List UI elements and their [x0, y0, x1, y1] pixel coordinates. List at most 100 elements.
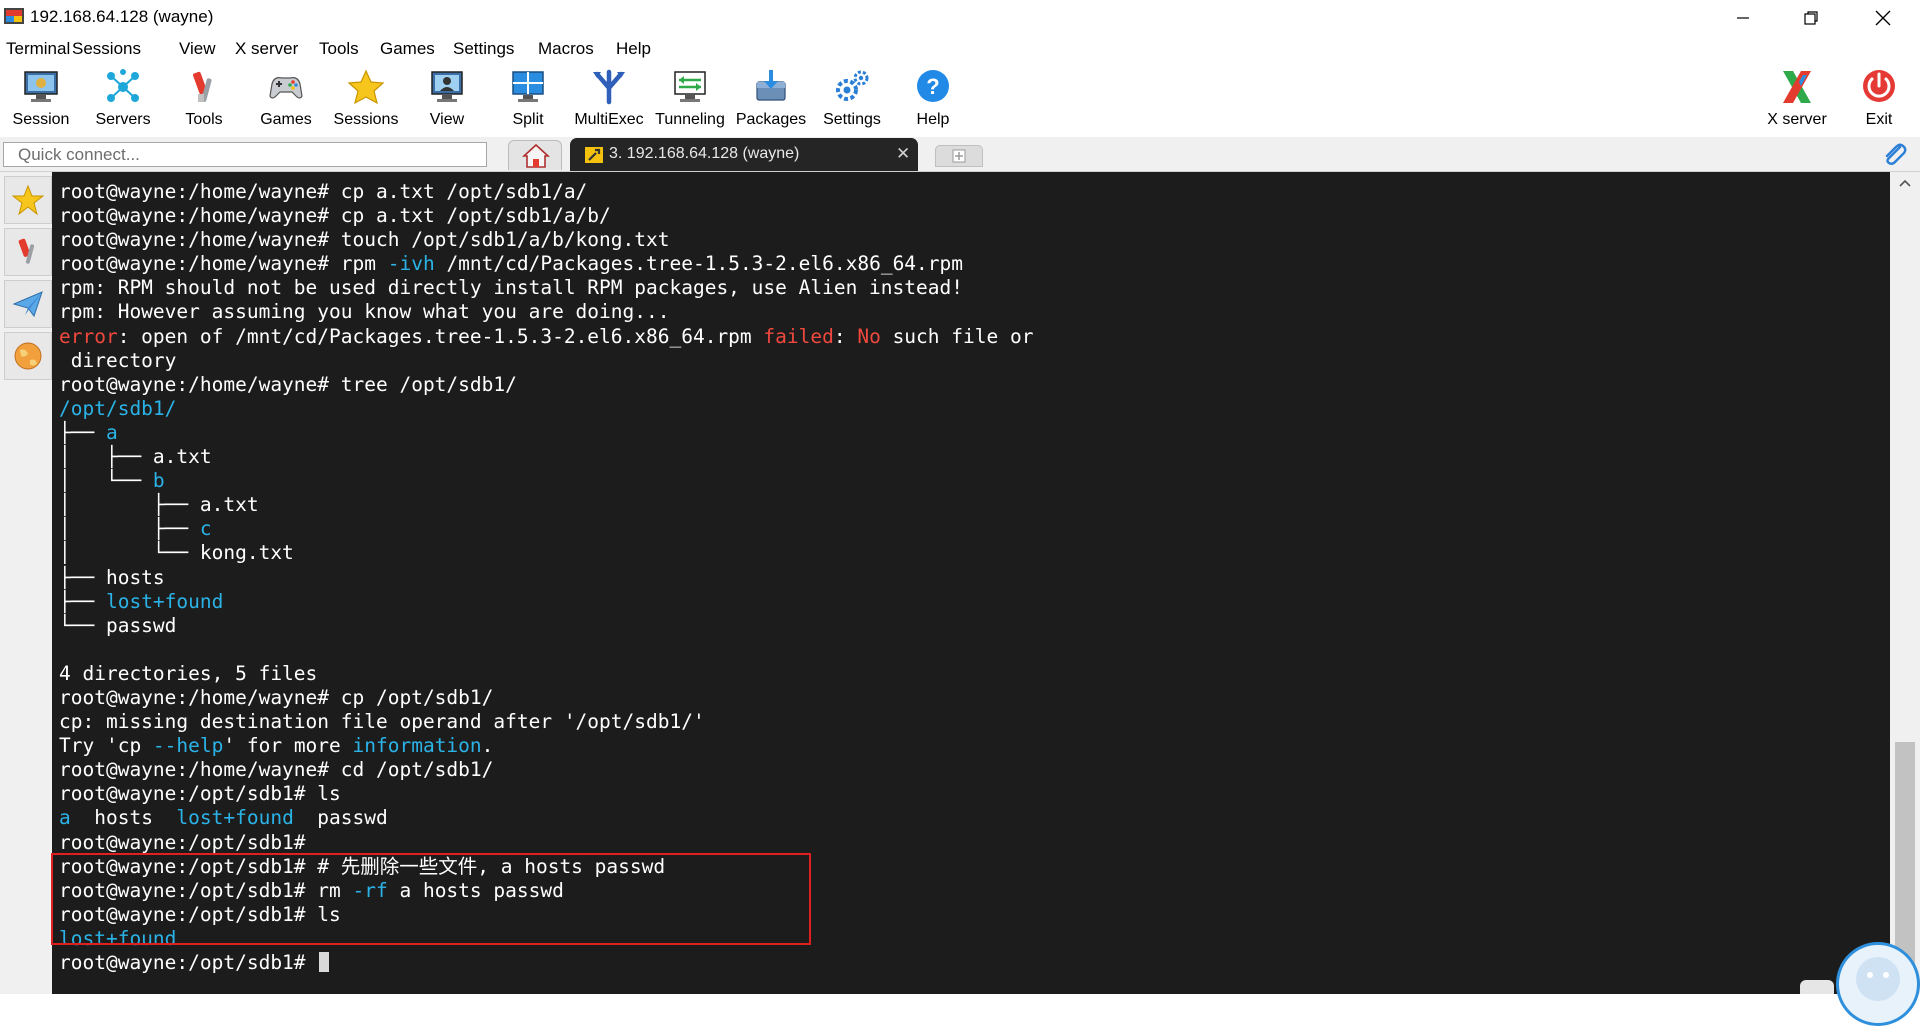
sidebar-sftp-button[interactable]	[4, 332, 52, 380]
terminal-text: lost+found	[176, 806, 294, 830]
tools-icon	[193, 71, 212, 102]
terminal-text: │ ├──	[59, 517, 200, 541]
terminal-text: └── passwd	[59, 613, 177, 637]
globe-icon	[14, 342, 42, 370]
terminal-text: --help	[152, 734, 224, 758]
terminal-line: a hosts lost+found passwd	[59, 806, 1033, 830]
terminal-cursor	[319, 952, 330, 972]
settings-button[interactable]: Settings	[811, 66, 893, 134]
terminal-text: :	[833, 324, 858, 348]
terminal-line: /opt/sdb1/	[59, 397, 1033, 421]
menu-tools[interactable]: Tools	[319, 39, 359, 59]
split-button[interactable]: Split	[487, 66, 569, 134]
terminal-line: error: open of /mnt/cd/Packages.tree-1.5…	[59, 325, 1033, 349]
home-icon	[521, 143, 551, 168]
games-label: Games	[260, 111, 312, 128]
close-icon	[1875, 10, 1891, 25]
new-tab-button[interactable]	[935, 145, 983, 167]
attachment-button[interactable]	[1880, 141, 1908, 172]
sidebar-sessions-button[interactable]	[4, 176, 52, 224]
multiexec-button[interactable]: MultiExec	[568, 66, 650, 134]
scroll-up-icon	[1899, 179, 1911, 187]
terminal-text: root@wayne:/home/wayne# cp a.txt /opt/sd…	[59, 180, 588, 203]
terminal-text: rpm: RPM should not be used directly ins…	[59, 276, 963, 300]
tunneling-icon	[674, 71, 706, 102]
sidebar-macros-button[interactable]	[4, 280, 52, 328]
minimize-icon	[1737, 16, 1749, 19]
terminal-text: │ ├── a.txt	[59, 493, 259, 517]
terminal-line: │ ├── a.txt	[59, 445, 1033, 469]
terminal-line: Try 'cp --help' for more information.	[59, 734, 1033, 758]
terminal-scrollbar[interactable]	[1890, 172, 1920, 994]
menu-view[interactable]: View	[179, 39, 216, 59]
quick-connect-input[interactable]: Quick connect...	[3, 142, 487, 167]
gears-settings-icon	[836, 70, 869, 101]
sidebar-tools-button[interactable]	[4, 228, 52, 276]
terminal-line: │ ├── c	[59, 517, 1033, 541]
tools-button[interactable]: Tools	[163, 66, 245, 134]
terminal-text: root@wayne:/opt/sdb1#	[59, 951, 318, 974]
assistant-bubble[interactable]	[1836, 942, 1920, 1026]
minimize-button[interactable]	[1714, 0, 1772, 35]
restore-button[interactable]	[1782, 0, 1840, 35]
menu-games[interactable]: Games	[380, 39, 435, 59]
menu-settings[interactable]: Settings	[453, 39, 514, 59]
games-button[interactable]: Games	[245, 66, 327, 134]
tunneling-button[interactable]: Tunneling	[649, 66, 731, 134]
menu-terminal[interactable]: Terminal	[6, 39, 70, 59]
multiexec-fork-icon	[593, 69, 625, 105]
help-button[interactable]: ? Help	[892, 66, 974, 134]
terminal-text: : open of /mnt/cd/Packages.tree-1.5.3-2.…	[117, 324, 764, 348]
terminal-text: rpm: However assuming you know what you …	[59, 300, 670, 324]
menu-help[interactable]: Help	[616, 39, 651, 59]
plus-icon	[952, 149, 966, 163]
session-button[interactable]: Session	[0, 66, 82, 134]
packages-icon	[756, 70, 786, 101]
servers-button[interactable]: Servers	[82, 66, 164, 134]
exit-button[interactable]: Exit	[1838, 66, 1920, 134]
paperclip-icon	[1885, 143, 1907, 165]
terminal-text: Try 'cp	[59, 734, 153, 758]
menu-x-server[interactable]: X server	[235, 39, 298, 59]
home-tab[interactable]	[508, 140, 562, 170]
tab-bar: Quick connect... 3. 192.168.64.128 (wayn…	[0, 137, 1920, 172]
close-window-button[interactable]	[1854, 0, 1912, 35]
terminal-text: c	[199, 517, 212, 541]
terminal-line: root@wayne:/home/wayne# tree /opt/sdb1/	[59, 373, 1033, 397]
terminal-line: root@wayne:/opt/sdb1#	[59, 951, 1033, 975]
scroll-thumb[interactable]	[1895, 742, 1915, 972]
view-button[interactable]: View	[406, 66, 488, 134]
terminal-text: │ ├── a.txt	[59, 445, 212, 469]
terminal-line: root@wayne:/home/wayne# cp a.txt /opt/sd…	[59, 180, 1033, 204]
terminal-line: root@wayne:/opt/sdb1# ls	[59, 782, 1033, 806]
terminal-text: -ivh	[387, 252, 435, 276]
tab-session-3[interactable]: 3. 192.168.64.128 (wayne) ✕	[570, 138, 918, 171]
terminal-text: root@wayne:/home/wayne# touch /opt/sdb1/…	[59, 228, 670, 252]
sessions-button[interactable]: Sessions	[325, 66, 407, 134]
packages-button[interactable]: Packages	[730, 66, 812, 134]
tab-label: 3. 192.168.64.128 (wayne)	[609, 145, 800, 162]
split-label: Split	[512, 111, 544, 128]
terminal-line: ├── hosts	[59, 566, 1033, 590]
title-bar: 192.168.64.128 (wayne)	[0, 0, 1920, 35]
servers-network-icon	[107, 69, 139, 102]
floating-mini-button[interactable]	[1800, 980, 1834, 994]
paper-plane-icon	[12, 291, 43, 318]
terminal-line: rpm: RPM should not be used directly ins…	[59, 276, 1033, 300]
terminal-line: │ └── kong.txt	[59, 541, 1033, 565]
terminal-line: root@wayne:/home/wayne# rpm -ivh /mnt/cd…	[59, 252, 1033, 276]
menu-macros[interactable]: Macros	[538, 39, 594, 59]
x-server-button[interactable]: X server	[1756, 66, 1838, 134]
terminal-line: root@wayne:/home/wayne# cd /opt/sdb1/	[59, 758, 1033, 782]
sessions-label: Sessions	[333, 111, 399, 128]
menu-sessions[interactable]: Sessions	[72, 39, 141, 59]
exit-label: Exit	[1865, 111, 1893, 128]
tab-close-button[interactable]: ✕	[896, 144, 910, 164]
terminal-line: │ └── b	[59, 469, 1033, 493]
menu-bar: Terminal Sessions View X server Tools Ga…	[0, 36, 1920, 62]
x-server-label: X server	[1767, 111, 1827, 128]
terminal-line: └── passwd	[59, 614, 1033, 638]
terminal-line: root@wayne:/home/wayne# cp a.txt /opt/sd…	[59, 204, 1033, 228]
terminal-line: root@wayne:/home/wayne# touch /opt/sdb1/…	[59, 228, 1033, 252]
